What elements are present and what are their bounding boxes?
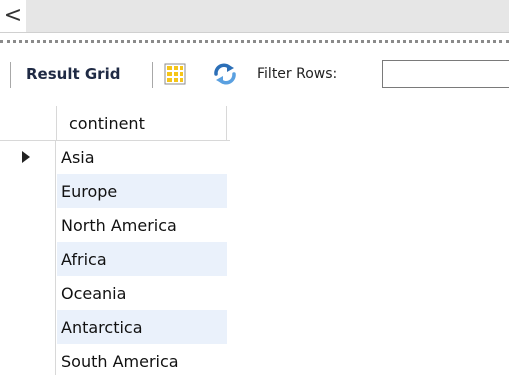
cell-continent[interactable]: Africa [57, 242, 227, 276]
table-row[interactable]: Europe [0, 174, 230, 208]
refresh-icon[interactable] [212, 62, 238, 86]
result-toolbar: Result Grid Filter Rows: [0, 54, 509, 98]
current-row-marker-icon [22, 151, 30, 163]
panel-splitter[interactable] [0, 40, 509, 43]
table-row[interactable]: Africa [0, 242, 230, 276]
mysql-result-panel: < Result Grid Filter Rows: continent Asi… [0, 0, 509, 375]
cell-continent[interactable]: South America [57, 344, 227, 375]
row-selector[interactable] [0, 310, 56, 344]
row-selector[interactable] [0, 174, 56, 208]
horizontal-scrollbar[interactable]: < [0, 0, 509, 33]
cell-continent[interactable]: Antarctica [57, 310, 227, 344]
cell-continent[interactable]: Oceania [57, 276, 227, 310]
grid-layout-icon[interactable] [164, 63, 186, 85]
table-row[interactable]: Asia [0, 140, 230, 174]
row-header-corner[interactable] [0, 106, 57, 140]
filter-rows-input[interactable] [382, 60, 509, 88]
row-selector[interactable] [0, 344, 56, 375]
result-grid-tab[interactable]: Result Grid [26, 65, 120, 83]
toolbar-edge-divider [10, 62, 11, 88]
table-row[interactable]: North America [0, 208, 230, 242]
row-selector[interactable] [0, 276, 56, 310]
toolbar-divider [152, 62, 153, 88]
filter-rows-label: Filter Rows: [257, 66, 338, 82]
cell-continent[interactable]: Europe [57, 174, 227, 208]
grid-header-row: continent [0, 106, 230, 141]
table-row[interactable]: South America [0, 344, 230, 375]
row-selector[interactable] [0, 242, 56, 276]
table-row[interactable]: Antarctica [0, 310, 230, 344]
scroll-left-arrow-icon[interactable]: < [0, 0, 26, 32]
column-header-continent[interactable]: continent [57, 106, 227, 140]
table-row[interactable]: Oceania [0, 276, 230, 310]
cell-continent[interactable]: Asia [57, 140, 227, 174]
row-selector[interactable] [0, 208, 56, 242]
row-selector[interactable] [0, 140, 56, 174]
cell-continent[interactable]: North America [57, 208, 227, 242]
